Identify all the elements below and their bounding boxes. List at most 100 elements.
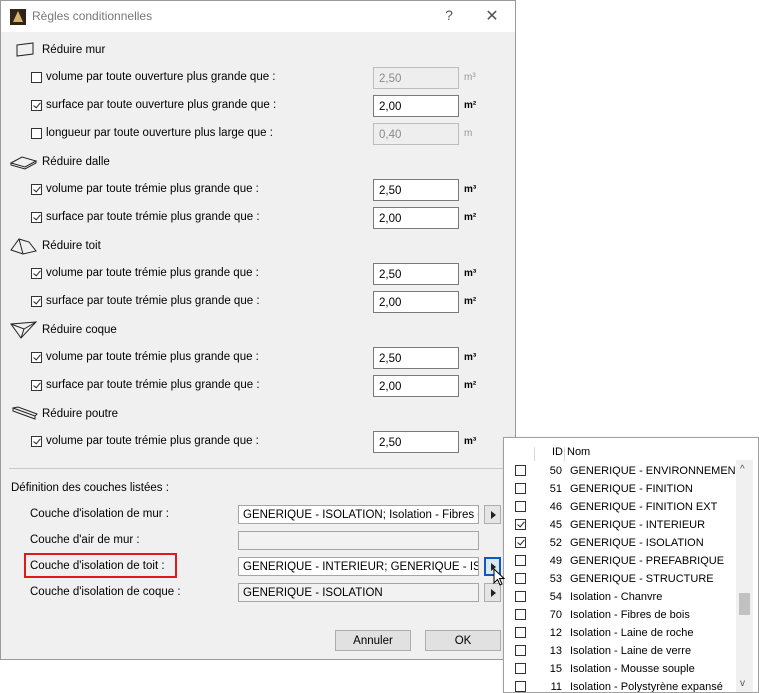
beam-volume-input[interactable]: 2,50	[373, 431, 459, 453]
shell-insulation-field[interactable]: GENERIQUE - ISOLATION	[238, 583, 479, 602]
list-item-id: 53	[549, 573, 562, 585]
wall-volume-checkbox[interactable]	[31, 72, 42, 83]
list-item[interactable]: 13 Isolation - Laine de verre	[504, 642, 736, 660]
roof-icon	[10, 238, 37, 255]
list-item[interactable]: 53 GENERIQUE - STRUCTURE	[504, 570, 736, 588]
list-item[interactable]: 50 GENERIQUE - ENVIRONNEMENT	[504, 462, 742, 480]
scroll-down-icon[interactable]: v	[740, 678, 745, 689]
slab-volume-checkbox[interactable]	[31, 184, 42, 195]
scroll-up-icon[interactable]: ^	[740, 464, 745, 475]
list-item-name: GENERIQUE - STRUCTURE	[570, 573, 714, 585]
beam-volume-label: volume par toute trémie plus grande que …	[46, 435, 259, 447]
wall-length-label: longueur par toute ouverture plus large …	[46, 127, 273, 139]
list-item-checkbox[interactable]	[515, 627, 526, 638]
mouse-cursor-icon	[493, 568, 506, 586]
roof-surface-input[interactable]: 2,00	[373, 291, 459, 313]
roof-volume-checkbox[interactable]	[31, 268, 42, 279]
beam-volume-checkbox[interactable]	[31, 436, 42, 447]
roof-volume-label: volume par toute trémie plus grande que …	[46, 267, 259, 279]
list-item-checkbox[interactable]	[515, 537, 526, 548]
unit-label: m³	[464, 184, 477, 195]
column-header-name[interactable]: Nom	[567, 446, 590, 458]
ok-button[interactable]: OK	[425, 630, 501, 651]
list-item[interactable]: 12 Isolation - Laine de roche	[504, 624, 736, 642]
list-item-checkbox[interactable]	[515, 663, 526, 674]
list-item-name: Isolation - Laine de roche	[570, 627, 694, 639]
list-item[interactable]: 46 GENERIQUE - FINITION EXT	[504, 498, 736, 516]
unit-label: m	[464, 128, 473, 139]
list-item[interactable]: 51 GENERIQUE - FINITION	[504, 480, 736, 498]
column-divider	[564, 447, 565, 461]
unit-label: m²	[464, 100, 477, 111]
list-item-name: GENERIQUE - FINITION EXT	[570, 501, 718, 513]
list-item[interactable]: 15 Isolation - Mousse souple	[504, 660, 736, 678]
list-item[interactable]: 11 Isolation - Polystyrène expansé	[504, 678, 736, 693]
wall-length-checkbox[interactable]	[31, 128, 42, 139]
archicad-app-icon	[10, 9, 26, 25]
column-divider	[534, 447, 535, 461]
list-item-checkbox[interactable]	[515, 609, 526, 620]
dialog-title: Règles conditionnelles	[32, 9, 153, 23]
unit-label: m³	[464, 72, 476, 83]
list-item-id: 51	[549, 483, 562, 495]
list-item-id: 13	[549, 645, 562, 657]
conditional-rules-dialog: Règles conditionnelles ? ✕ Réduire mur v…	[0, 0, 516, 660]
list-item-checkbox[interactable]	[515, 519, 526, 530]
cancel-button[interactable]: Annuler	[335, 630, 411, 651]
list-item-checkbox[interactable]	[515, 591, 526, 602]
list-item[interactable]: 54 Isolation - Chanvre	[504, 588, 736, 606]
slab-volume-label: volume par toute trémie plus grande que …	[46, 183, 259, 195]
layers-section-title: Définition des couches listées :	[11, 482, 169, 494]
list-item-checkbox[interactable]	[515, 465, 526, 476]
slab-volume-input[interactable]: 2,50	[373, 179, 459, 201]
list-item-id: 70	[549, 609, 562, 621]
wall-air-field[interactable]	[238, 531, 479, 550]
slab-surface-checkbox[interactable]	[31, 212, 42, 223]
wall-insulation-menu-button[interactable]	[484, 505, 501, 524]
list-item-checkbox[interactable]	[515, 681, 526, 692]
popup-scrollbar[interactable]: ^ v	[736, 460, 753, 692]
shell-surface-input[interactable]: 2,00	[373, 375, 459, 397]
roof-surface-checkbox[interactable]	[31, 296, 42, 307]
list-item-checkbox[interactable]	[515, 573, 526, 584]
list-item-name: Isolation - Fibres de bois	[570, 609, 690, 621]
list-item[interactable]: 49 GENERIQUE - PREFABRIQUE	[504, 552, 736, 570]
list-item[interactable]: 70 Isolation - Fibres de bois	[504, 606, 736, 624]
highlight-box	[24, 553, 177, 578]
slab-surface-input[interactable]: 2,00	[373, 207, 459, 229]
list-item-checkbox[interactable]	[515, 501, 526, 512]
section-title-shell: Réduire coque	[42, 324, 117, 336]
list-item-checkbox[interactable]	[515, 483, 526, 494]
list-item-checkbox[interactable]	[515, 555, 526, 566]
list-item-id: 46	[549, 501, 562, 513]
shell-surface-checkbox[interactable]	[31, 380, 42, 391]
wall-surface-checkbox[interactable]	[31, 100, 42, 111]
unit-label: m³	[464, 268, 477, 279]
help-button[interactable]: ?	[441, 7, 457, 25]
close-button[interactable]: ✕	[483, 6, 501, 26]
unit-label: m³	[464, 352, 477, 363]
shell-volume-checkbox[interactable]	[31, 352, 42, 363]
list-item-name: Isolation - Polystyrène expansé	[570, 681, 723, 693]
roof-insulation-field[interactable]: GENERIQUE - INTERIEUR; GENERIQUE - ISOLA…	[238, 557, 479, 576]
list-item[interactable]: 45 GENERIQUE - INTERIEUR	[504, 516, 736, 534]
list-item-checkbox[interactable]	[515, 645, 526, 656]
list-item[interactable]: 52 GENERIQUE - ISOLATION	[504, 534, 736, 552]
list-item-id: 11	[550, 681, 562, 693]
layer-picker-popup: ID Nom 50 GENERIQUE - ENVIRONNEMENT 51 G…	[503, 437, 759, 693]
wall-length-input[interactable]: 0,40	[373, 123, 459, 145]
wall-volume-label: volume par toute ouverture plus grande q…	[46, 71, 276, 83]
unit-label: m²	[464, 296, 477, 307]
slab-surface-label: surface par toute trémie plus grande que…	[46, 211, 260, 223]
roof-surface-label: surface par toute trémie plus grande que…	[46, 295, 260, 307]
roof-volume-input[interactable]: 2,50	[373, 263, 459, 285]
shell-surface-label: surface par toute trémie plus grande que…	[46, 379, 260, 391]
wall-volume-input[interactable]: 2,50	[373, 67, 459, 89]
unit-label: m²	[464, 380, 477, 391]
wall-insulation-field[interactable]: GENERIQUE - ISOLATION; Isolation - Fibre…	[238, 505, 479, 524]
wall-surface-input[interactable]: 2,00	[373, 95, 459, 117]
column-header-id[interactable]: ID	[552, 446, 563, 458]
scroll-thumb[interactable]	[739, 593, 750, 615]
shell-volume-input[interactable]: 2,50	[373, 347, 459, 369]
list-item-id: 54	[549, 591, 562, 603]
